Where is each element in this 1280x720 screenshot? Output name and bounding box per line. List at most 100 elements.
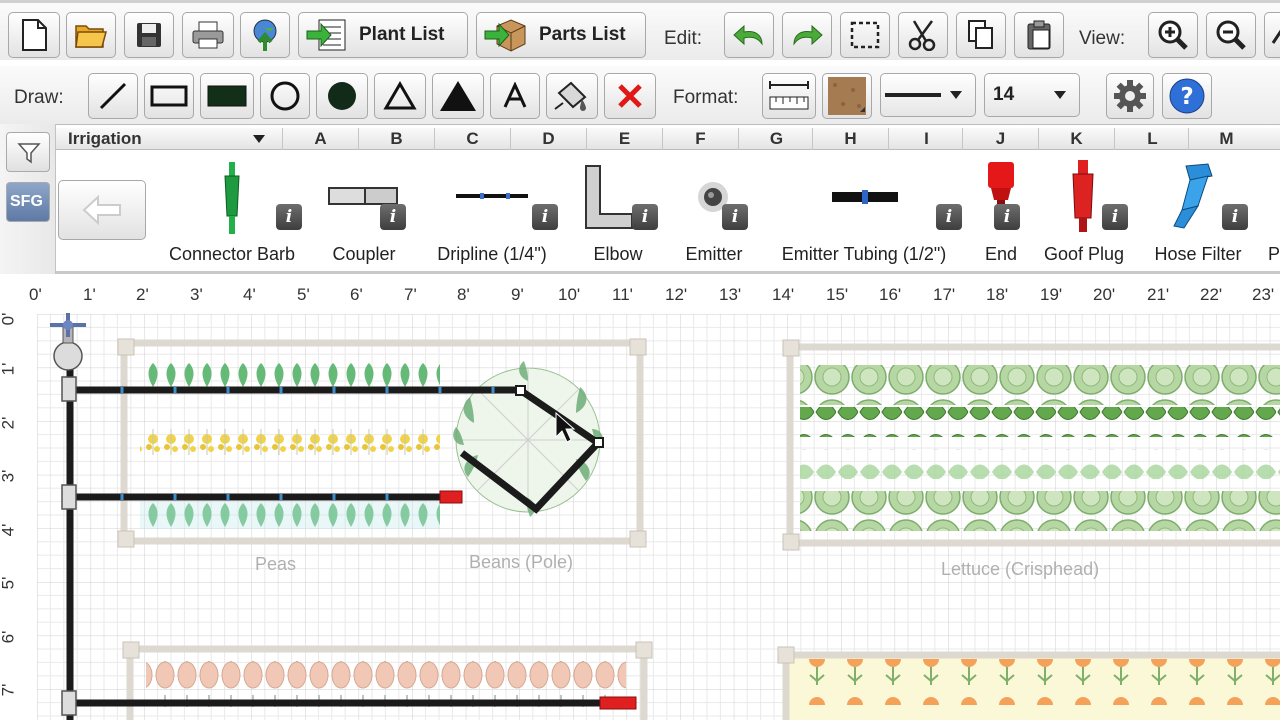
paste-button[interactable]: [1014, 12, 1064, 58]
line-icon: [99, 82, 127, 110]
ruler-tick: 21': [1147, 285, 1170, 304]
info-icon[interactable]: i: [276, 204, 302, 230]
delete-button[interactable]: [604, 73, 656, 119]
copy-button[interactable]: [956, 12, 1006, 58]
draw-circle-button[interactable]: [260, 73, 310, 119]
connector-barb-icon: [224, 162, 240, 234]
part-label: P: [1268, 244, 1280, 264]
info-icon[interactable]: i: [1102, 204, 1128, 230]
part-hose-filter[interactable]: i Hose Filter: [1146, 152, 1250, 270]
sfg-button[interactable]: SFG: [6, 182, 50, 222]
redo-button[interactable]: [782, 12, 832, 58]
draw-text-button[interactable]: [490, 73, 540, 119]
fit-view-button[interactable]: [1264, 12, 1280, 58]
view-label: View:: [1079, 28, 1126, 49]
ruler-tick: 20': [1093, 285, 1116, 304]
goof-plug-icon: [1072, 160, 1094, 232]
ruler-tick: 6': [350, 285, 363, 304]
part-label: End: [984, 244, 1018, 264]
part-coupler[interactable]: i Coupler: [318, 152, 410, 270]
hose-filter-icon: [1173, 163, 1213, 229]
ruler-tick: 0': [0, 312, 18, 326]
bed-label-lettuce: Lettuce (Crisphead): [941, 559, 1100, 579]
parts-list-label: Parts List: [539, 24, 626, 45]
print-button[interactable]: [182, 12, 234, 58]
new-file-button[interactable]: [8, 12, 60, 58]
column-a: A: [282, 128, 358, 150]
left-ruler: 0' 1' 2' 3' 4' 5' 6' 7': [0, 305, 28, 720]
zoom-in-button[interactable]: [1148, 12, 1198, 58]
draw-filled-triangle-button[interactable]: [432, 73, 484, 119]
info-icon[interactable]: i: [1222, 204, 1248, 230]
info-icon[interactable]: i: [994, 204, 1020, 230]
info-icon[interactable]: i: [532, 204, 558, 230]
part-emitter-tubing[interactable]: i Emitter Tubing (1/2"): [766, 152, 962, 270]
fill-color-button[interactable]: [546, 73, 598, 119]
font-size-value: 14: [993, 84, 1015, 105]
ruler-tick: 23': [1252, 285, 1275, 304]
part-emitter[interactable]: i Emitter: [676, 152, 752, 270]
plant-list-button[interactable]: Plant List: [298, 12, 468, 58]
info-icon[interactable]: i: [632, 204, 658, 230]
settings-button[interactable]: [1106, 73, 1154, 119]
publish-button[interactable]: [240, 12, 290, 58]
help-question-icon: ?: [1169, 78, 1205, 114]
category-dropdown[interactable]: Irrigation: [56, 128, 282, 150]
garden-canvas[interactable]: Peas Beans (Pole) Lettuce (Crisphead): [0, 277, 1280, 720]
redo-icon: [793, 24, 823, 46]
open-file-button[interactable]: [66, 12, 116, 58]
texture-button[interactable]: [822, 73, 872, 119]
info-icon[interactable]: i: [722, 204, 748, 230]
arrow-icon: [1271, 29, 1280, 44]
parts-list-button[interactable]: Parts List: [476, 12, 646, 58]
part-end[interactable]: i End: [976, 152, 1026, 270]
help-button[interactable]: ?: [1162, 73, 1212, 119]
draw-toolbar: Draw: Format: 14 ?: [0, 66, 1280, 124]
part-dripline[interactable]: i Dripline (1/4"): [424, 152, 560, 270]
column-d: D: [510, 128, 586, 150]
part-connector-barb[interactable]: i Connector Barb: [160, 152, 304, 270]
draw-triangle-button[interactable]: [374, 73, 426, 119]
folder-open-icon: [75, 25, 107, 48]
ruler-tick: 15': [826, 285, 849, 304]
chevron-down-icon: [253, 135, 265, 143]
circle-filled-icon: [328, 82, 356, 110]
column-j: J: [962, 128, 1038, 150]
column-g: G: [738, 128, 814, 150]
bed-flowers[interactable]: [777, 646, 1280, 720]
part-elbow[interactable]: i Elbow: [578, 152, 658, 270]
zoom-out-button[interactable]: [1206, 12, 1256, 58]
ruler-tick: 11': [612, 285, 633, 304]
draw-line-button[interactable]: [88, 73, 138, 119]
part-goof-plug[interactable]: i Goof Plug: [1040, 152, 1128, 270]
save-button[interactable]: [124, 12, 174, 58]
copy-icon: [968, 20, 993, 49]
part-label: Coupler: [332, 244, 396, 264]
ruler-tick: 0': [29, 285, 42, 304]
dimension-button[interactable]: [762, 73, 816, 119]
cut-button[interactable]: [898, 12, 948, 58]
ruler-tick: 8': [457, 285, 470, 304]
filter-button[interactable]: [6, 132, 50, 172]
part-partial[interactable]: P: [1262, 152, 1280, 270]
column-l: L: [1114, 128, 1190, 150]
palette-back-button[interactable]: [58, 180, 146, 240]
zoom-in-icon: [1158, 20, 1188, 50]
info-icon[interactable]: i: [380, 204, 406, 230]
ruler-tick: 2': [136, 285, 149, 304]
font-size-select[interactable]: 14: [984, 73, 1080, 117]
draw-filled-rectangle-button[interactable]: [200, 73, 254, 119]
palette-column-header: Irrigation A B C D E F G H I J K L M: [56, 128, 1280, 150]
draw-label: Draw:: [14, 87, 64, 108]
info-icon[interactable]: i: [936, 204, 962, 230]
ruler-tick: 4': [0, 523, 18, 537]
part-label: Emitter Tubing (1/2"): [781, 244, 947, 264]
draw-rectangle-button[interactable]: [144, 73, 194, 119]
draw-filled-circle-button[interactable]: [316, 73, 368, 119]
edit-label: Edit:: [664, 28, 703, 49]
undo-button[interactable]: [724, 12, 774, 58]
line-style-select[interactable]: [880, 73, 976, 117]
emitter-tubing-icon: [832, 190, 898, 204]
select-button[interactable]: [840, 12, 890, 58]
main-toolbar: Plant List Parts List Edit: View:: [0, 0, 1280, 60]
